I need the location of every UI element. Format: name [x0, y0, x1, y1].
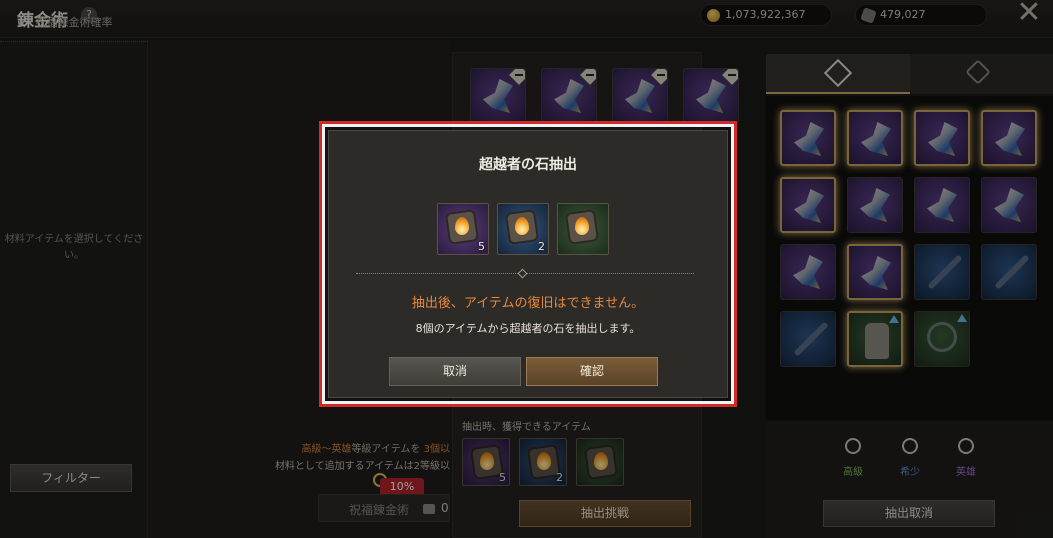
dialog-cancel-button[interactable]: 取消: [389, 357, 521, 386]
dialog-info: 8個のアイテムから超越者の石を抽出します。: [415, 322, 641, 335]
flame-icon: [575, 217, 589, 235]
dialog-confirm-button[interactable]: 確認: [526, 357, 658, 386]
dialog-stone-slot: 5: [437, 203, 489, 255]
dialog-stone-count: 5: [478, 240, 485, 253]
dialog-stone-count: 2: [538, 240, 545, 253]
dialog-stone-slot: 2: [497, 203, 549, 255]
dialog-warning: 抽出後、アイテムの復旧はできません。: [411, 296, 645, 311]
flame-icon: [515, 217, 529, 235]
dialog-title: 超越者の石抽出: [479, 157, 577, 173]
dialog-stone-slot: [557, 203, 609, 255]
flame-icon: [455, 217, 469, 235]
